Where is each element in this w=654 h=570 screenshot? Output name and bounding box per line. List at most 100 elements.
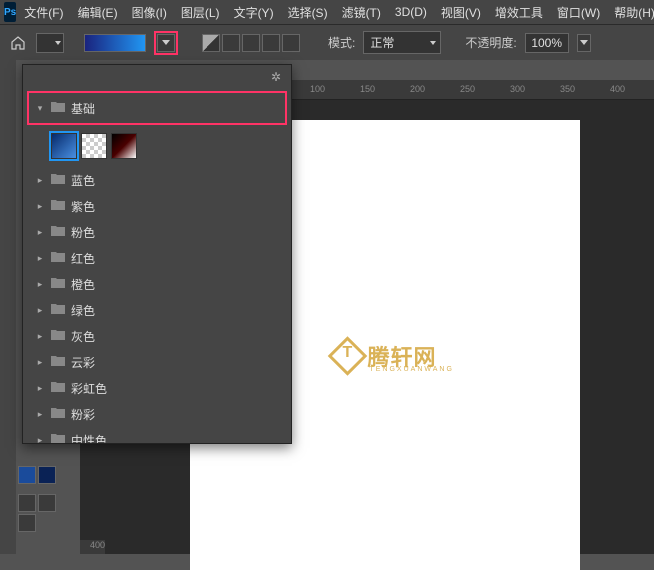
- gradient-angle-button[interactable]: [242, 34, 260, 52]
- folder-icon: [51, 251, 65, 266]
- chevron-down-icon: ▾: [35, 103, 45, 114]
- folder-row[interactable]: ▸ 中性色: [31, 427, 283, 443]
- folder-row[interactable]: ▸ 橙色: [31, 271, 283, 297]
- folder-label: 紫色: [71, 198, 95, 215]
- options-bar: 模式: 正常 不透明度: 100%: [0, 24, 654, 60]
- folder-row[interactable]: ▸ 绿色: [31, 297, 283, 323]
- ruler-vertical-mark: 400: [80, 540, 105, 554]
- watermark-subtext: TENGXUANWANG: [369, 366, 453, 373]
- gradient-dropdown-button[interactable]: [157, 34, 175, 52]
- folder-icon: [51, 381, 65, 396]
- preset-foreground-background[interactable]: [51, 133, 77, 159]
- folder-label: 橙色: [71, 276, 95, 293]
- tool-icon-2[interactable]: [38, 494, 56, 512]
- chevron-right-icon: ▸: [35, 357, 45, 368]
- menu-image[interactable]: 图像(I): [126, 2, 173, 23]
- menu-filter[interactable]: 滤镜(T): [336, 2, 387, 23]
- gradient-linear-button[interactable]: [202, 34, 220, 52]
- folder-icon: [51, 407, 65, 422]
- folder-label: 云彩: [71, 354, 95, 371]
- swatch-2[interactable]: [38, 466, 56, 484]
- preset-transparent[interactable]: [81, 133, 107, 159]
- chevron-right-icon: ▸: [35, 201, 45, 212]
- folder-row[interactable]: ▸ 粉彩: [31, 401, 283, 427]
- folder-icon: [51, 199, 65, 214]
- gradient-picker-panel: ✲ ▾ 基础 ▸ 蓝色 ▸ 紫色 ▸ 粉色 ▸ 红色 ▸ 橙色 ▸ 绿色 ▸ 灰色 ▸ 云彩 ▸ 彩虹色 ▸ 粉彩 ▸ 中…: [22, 64, 292, 444]
- folder-row[interactable]: ▸ 云彩: [31, 349, 283, 375]
- folder-label: 彩虹色: [71, 380, 107, 397]
- folder-icon: [51, 433, 65, 444]
- folder-icon: [51, 355, 65, 370]
- opacity-input[interactable]: 100%: [525, 33, 569, 53]
- folder-row[interactable]: ▸ 红色: [31, 245, 283, 271]
- menu-layer[interactable]: 图层(L): [175, 2, 226, 23]
- gradient-panel-header: ✲: [23, 65, 291, 89]
- menu-view[interactable]: 视图(V): [435, 2, 487, 23]
- gear-icon[interactable]: ✲: [271, 70, 281, 84]
- folder-icon: [51, 329, 65, 344]
- swatches-panel: [16, 464, 76, 534]
- gradient-diamond-button[interactable]: [282, 34, 300, 52]
- folder-label: 蓝色: [71, 172, 95, 189]
- folder-label: 粉色: [71, 224, 95, 241]
- folder-label: 基础: [71, 100, 95, 117]
- menu-3d[interactable]: 3D(D): [389, 3, 433, 21]
- opacity-dropdown[interactable]: [577, 34, 591, 52]
- chevron-right-icon: ▸: [35, 435, 45, 444]
- menu-help[interactable]: 帮助(H): [608, 2, 654, 23]
- home-icon[interactable]: [8, 33, 28, 53]
- watermark-icon: [328, 336, 368, 376]
- folder-icon: [51, 173, 65, 188]
- gradient-reflected-button[interactable]: [262, 34, 280, 52]
- folder-label: 绿色: [71, 302, 95, 319]
- chevron-right-icon: ▸: [35, 227, 45, 238]
- chevron-right-icon: ▸: [35, 279, 45, 290]
- folder-icon: [51, 277, 65, 292]
- preset-row: [31, 129, 283, 167]
- watermark: 腾轩网 TENGXUANWANG: [333, 340, 436, 372]
- menu-type[interactable]: 文字(Y): [228, 2, 280, 23]
- folder-icon: [51, 101, 65, 116]
- menu-select[interactable]: 选择(S): [282, 2, 334, 23]
- mode-label: 模式:: [328, 34, 355, 51]
- menubar: Ps 文件(F) 编辑(E) 图像(I) 图层(L) 文字(Y) 选择(S) 滤…: [0, 0, 654, 24]
- folder-label: 红色: [71, 250, 95, 267]
- folder-icon: [51, 225, 65, 240]
- folder-row[interactable]: ▸ 蓝色: [31, 167, 283, 193]
- swatch-1[interactable]: [18, 466, 36, 484]
- folder-label: 灰色: [71, 328, 95, 345]
- opacity-label: 不透明度:: [465, 34, 516, 51]
- folder-row[interactable]: ▸ 灰色: [31, 323, 283, 349]
- chevron-right-icon: ▸: [35, 409, 45, 420]
- folder-label: 粉彩: [71, 406, 95, 423]
- gradient-panel-body[interactable]: ▾ 基础 ▸ 蓝色 ▸ 紫色 ▸ 粉色 ▸ 红色 ▸ 橙色 ▸ 绿色 ▸ 灰色 ▸ 云彩 ▸ 彩虹色 ▸ 粉彩 ▸ 中性色: [23, 89, 291, 443]
- menu-plugins[interactable]: 增效工具: [489, 2, 549, 23]
- folder-row[interactable]: ▸ 紫色: [31, 193, 283, 219]
- folder-icon: [51, 303, 65, 318]
- menu-window[interactable]: 窗口(W): [551, 2, 606, 23]
- ps-logo: Ps: [4, 2, 16, 22]
- tool-icon-3[interactable]: [18, 514, 36, 532]
- folder-basics-highlight: ▾ 基础: [27, 91, 287, 125]
- folder-basics[interactable]: ▾ 基础: [31, 95, 283, 121]
- folder-label: 中性色: [71, 432, 107, 444]
- chevron-right-icon: ▸: [35, 175, 45, 186]
- menu-file[interactable]: 文件(F): [18, 2, 69, 23]
- folder-row[interactable]: ▸ 粉色: [31, 219, 283, 245]
- gradient-radial-button[interactable]: [222, 34, 240, 52]
- chevron-right-icon: ▸: [35, 331, 45, 342]
- chevron-right-icon: ▸: [35, 253, 45, 264]
- chevron-right-icon: ▸: [35, 383, 45, 394]
- gradient-dropdown-highlight: [154, 31, 178, 55]
- gradient-type-buttons: [202, 34, 300, 52]
- workspace: 0 50 100 150 200 250 300 350 400 腾轩网 TEN…: [0, 60, 654, 554]
- tool-icon-1[interactable]: [18, 494, 36, 512]
- gradient-preview[interactable]: [84, 34, 146, 52]
- preset-black-white[interactable]: [111, 133, 137, 159]
- chevron-right-icon: ▸: [35, 305, 45, 316]
- left-toolbar: [0, 60, 16, 554]
- folder-row[interactable]: ▸ 彩虹色: [31, 375, 283, 401]
- blend-mode-select[interactable]: 正常: [363, 31, 441, 54]
- menu-edit[interactable]: 编辑(E): [72, 2, 124, 23]
- foreground-background-swatch[interactable]: [36, 33, 64, 53]
